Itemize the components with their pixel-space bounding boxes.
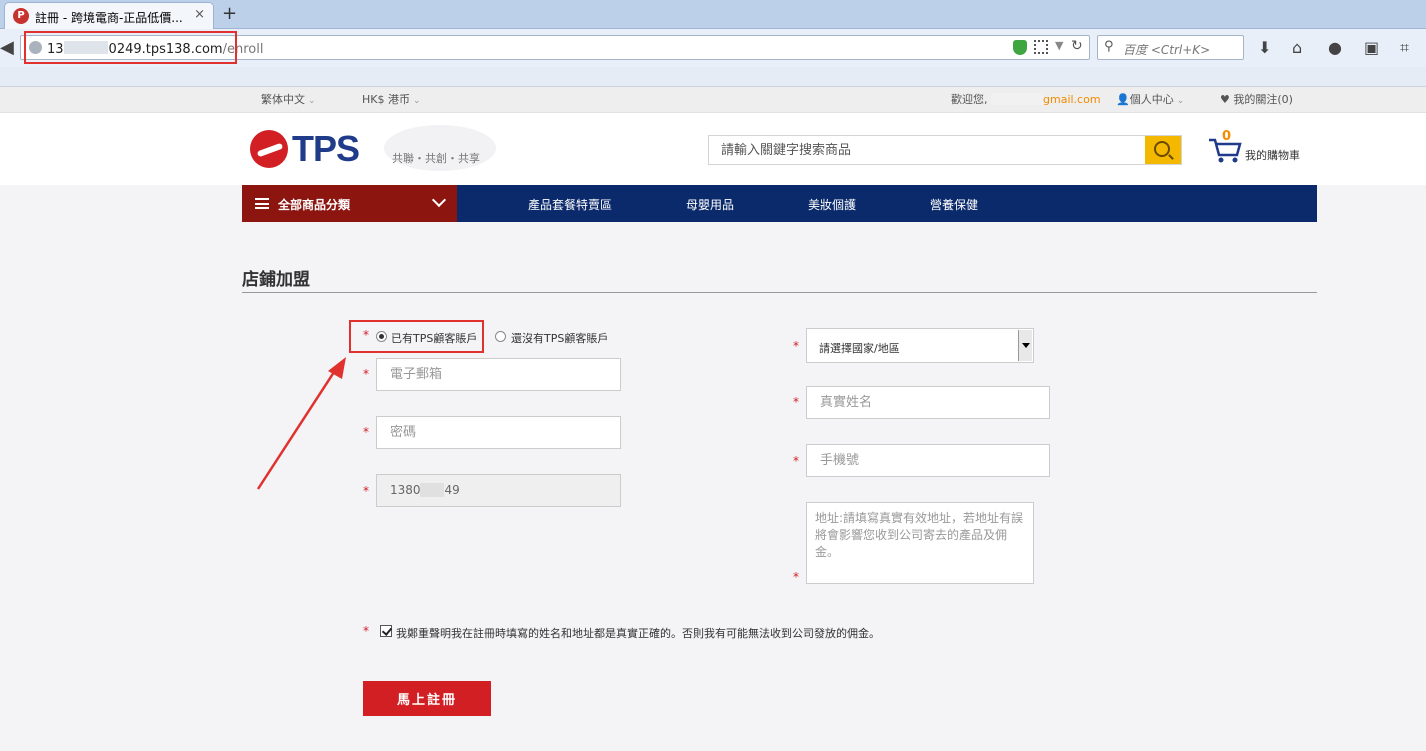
- site-top-strip: 繁体中文 ⌄ HK$ 港币 ⌄ 歡迎您, gmail.com 👤個人中心 ⌄ ♥ 我的…: [0, 87, 1426, 113]
- close-tab-icon[interactable]: ×: [194, 7, 205, 22]
- url-dropdown-icon[interactable]: ▼: [1055, 39, 1063, 52]
- realname-field[interactable]: [806, 386, 1050, 419]
- cart-label: 我的購物車: [1245, 149, 1300, 162]
- all-categories-button[interactable]: 全部商品分類: [242, 185, 457, 222]
- nav-link-baby[interactable]: 母嬰用品: [686, 196, 734, 213]
- account-menu[interactable]: 👤個人中心 ⌄: [1116, 91, 1184, 107]
- reload-icon[interactable]: ↻: [1071, 38, 1083, 54]
- address-field[interactable]: [806, 502, 1034, 584]
- required-mark: *: [793, 339, 799, 353]
- email-field[interactable]: [376, 358, 621, 391]
- tab-title: 註冊 - 跨境電商-正品低價...: [35, 11, 183, 25]
- browser-chrome-gap: [0, 67, 1426, 87]
- required-mark: *: [363, 484, 369, 498]
- radio-has-account[interactable]: [376, 331, 387, 342]
- annotation-arrow: [256, 357, 346, 490]
- slogan: 共聯・共創・共享: [392, 152, 480, 165]
- all-categories-label: 全部商品分類: [278, 198, 351, 212]
- radio-no-account[interactable]: [495, 331, 506, 342]
- magnifier-icon: [1154, 141, 1170, 157]
- chat-icon[interactable]: ●: [1328, 38, 1342, 57]
- home-icon[interactable]: ⌂: [1292, 38, 1302, 57]
- account-label: 個人中心: [1129, 93, 1174, 106]
- search-icon: ⚲: [1104, 39, 1114, 54]
- required-mark: *: [793, 570, 799, 584]
- user-icon: 👤: [1116, 93, 1130, 106]
- radio-has-account-label[interactable]: 已有TPS顧客賬戶: [391, 330, 477, 346]
- email-redaction: [991, 93, 1043, 105]
- cart-count-badge: 0: [1222, 129, 1232, 144]
- heart-icon: ♥: [1220, 93, 1230, 106]
- security-shield-icon[interactable]: [1013, 40, 1027, 55]
- logo-icon[interactable]: [250, 130, 288, 168]
- currency-selector[interactable]: HK$ 港币 ⌄: [362, 91, 421, 107]
- nav-link-packages[interactable]: 產品套餐特賣區: [528, 196, 612, 213]
- site-header: TPS 共聯・共創・共享 0 我的購物車: [0, 113, 1426, 185]
- qr-code-icon[interactable]: [1034, 40, 1048, 54]
- chevron-down-icon: ⌄: [412, 96, 421, 106]
- phone-prefill-field: 1380 49: [376, 474, 621, 507]
- welcome-label: 歡迎您,: [951, 93, 988, 106]
- welcome-text: 歡迎您, gmail.com: [951, 91, 1101, 107]
- chevron-down-icon: ⌄: [1176, 96, 1185, 106]
- browser-search-placeholder: 百度 <Ctrl+K>: [1123, 43, 1211, 57]
- country-select-value: 請選擇國家/地區: [819, 342, 900, 355]
- browser-tab-bar: P 註冊 - 跨境電商-正品低價... × +: [0, 0, 1426, 29]
- currency-label: HK$ 港币: [362, 93, 410, 106]
- chevron-down-icon: [431, 192, 447, 208]
- chevron-down-icon: ⌄: [308, 96, 316, 106]
- language-selector[interactable]: 繁体中文 ⌄: [261, 91, 316, 107]
- screenshot-icon[interactable]: ⌗: [1400, 38, 1409, 58]
- required-mark: *: [363, 624, 369, 638]
- language-label: 繁体中文: [261, 93, 305, 106]
- agreement-text: 我鄭重聲明我在註冊時填寫的姓名和地址都是真實正確的。否則我有可能無法收到公司發放…: [396, 627, 880, 640]
- product-search-input[interactable]: [709, 136, 1146, 164]
- phone-redaction-mask: [420, 483, 444, 497]
- browser-search-box[interactable]: ⚲ 百度 <Ctrl+K>: [1097, 35, 1244, 60]
- download-icon[interactable]: ⬇: [1258, 38, 1271, 57]
- required-mark: *: [793, 395, 799, 409]
- page-title: 店鋪加盟: [242, 270, 310, 290]
- browser-tab[interactable]: P 註冊 - 跨境電商-正品低價... ×: [4, 2, 214, 29]
- cart-link[interactable]: 0 我的購物車: [1208, 129, 1308, 167]
- reader-icon[interactable]: ▣: [1364, 38, 1379, 57]
- user-email[interactable]: gmail.com: [1043, 93, 1101, 106]
- nav-link-beauty[interactable]: 美妝個護: [808, 196, 856, 213]
- follow-link[interactable]: ♥ 我的關注(0): [1220, 91, 1293, 107]
- phone-prefill-start: 1380: [390, 483, 421, 497]
- hamburger-icon: [255, 198, 269, 209]
- url-annotation-box: [24, 31, 237, 64]
- title-divider: [242, 292, 1317, 293]
- country-select[interactable]: 請選擇國家/地區: [806, 328, 1034, 363]
- required-mark: *: [363, 367, 369, 381]
- register-button[interactable]: 馬上註冊: [363, 681, 491, 716]
- new-tab-button[interactable]: +: [222, 3, 237, 24]
- agreement-checkbox[interactable]: [380, 625, 392, 637]
- radio-no-account-label[interactable]: 還沒有TPS顧客賬戶: [511, 330, 608, 346]
- search-button[interactable]: [1145, 136, 1181, 164]
- site-search: [708, 135, 1182, 165]
- select-arrow-icon[interactable]: [1018, 330, 1032, 361]
- phone-prefill-end: 49: [444, 483, 460, 497]
- nav-link-health[interactable]: 營養保健: [930, 196, 978, 213]
- main-nav: 全部商品分類 產品套餐特賣區 母嬰用品 美妝個護 營養保健: [242, 185, 1317, 222]
- follow-label: 我的關注(0): [1233, 93, 1293, 106]
- required-mark: *: [363, 425, 369, 439]
- mobile-field[interactable]: [806, 444, 1050, 477]
- back-arrow-icon[interactable]: ◀: [0, 37, 18, 59]
- required-mark: *: [793, 454, 799, 468]
- logo-text[interactable]: TPS: [292, 128, 360, 170]
- site-favicon-icon: P: [13, 8, 29, 24]
- password-field[interactable]: [376, 416, 621, 449]
